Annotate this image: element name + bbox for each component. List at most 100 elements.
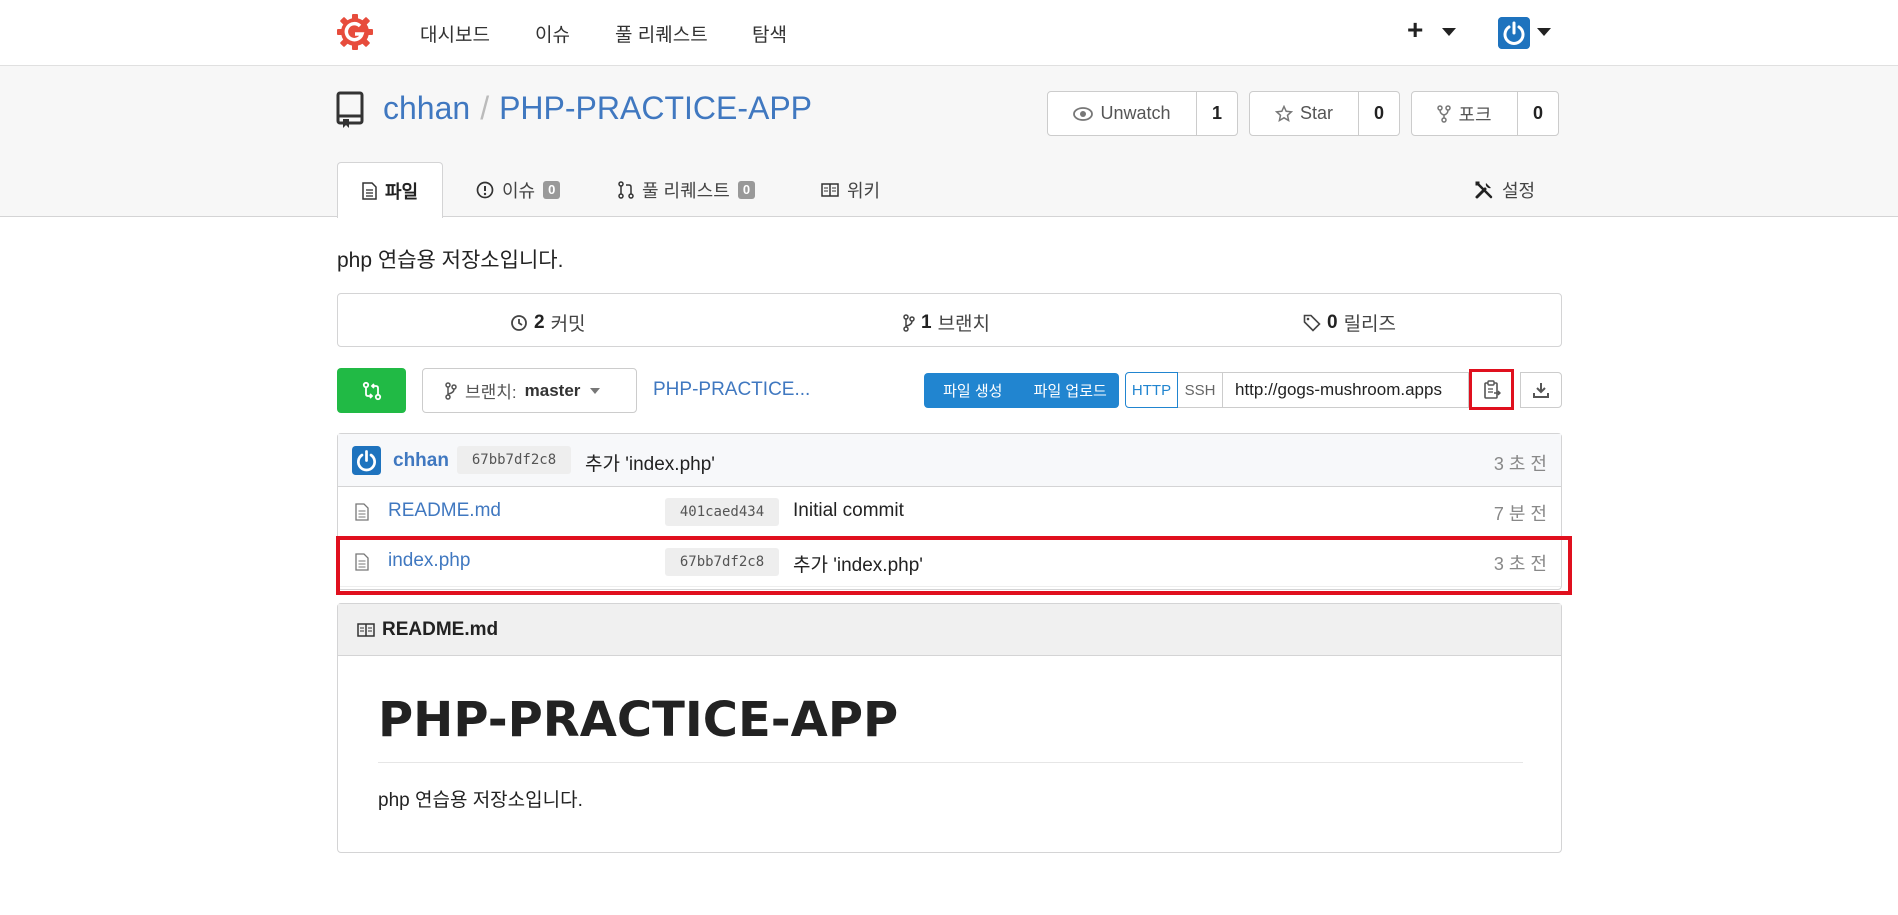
avatar[interactable] <box>352 446 381 475</box>
star-button-group: Star 0 <box>1249 91 1400 136</box>
commits-stat-link[interactable]: 2 커밋 <box>510 309 586 336</box>
tab-pulls-label: 풀 리퀘스트 <box>642 180 730 201</box>
pull-request-icon <box>618 180 634 199</box>
tab-wiki-label: 위키 <box>847 180 881 201</box>
commits-count: 2 <box>534 311 545 333</box>
repo-title-separator: / <box>480 90 490 126</box>
issues-count-badge: 0 <box>543 180 561 199</box>
nav-explore-link[interactable]: 탐색 <box>752 20 787 47</box>
clone-http-button[interactable]: HTTP <box>1125 372 1178 408</box>
tab-settings[interactable]: 설정 <box>1474 162 1535 217</box>
releases-count: 0 <box>1327 311 1338 333</box>
book-icon <box>821 182 839 197</box>
chevron-down-icon <box>590 387 601 394</box>
breadcrumb-repo-root[interactable]: PHP-PRACTICE... <box>653 379 810 401</box>
repo-stats-bar: 2 커밋 1 브랜치 0 릴리즈 <box>337 293 1562 347</box>
history-icon <box>511 314 527 331</box>
branch-name: master <box>524 380 581 400</box>
nav-dashboard-link[interactable]: 대시보드 <box>420 20 490 47</box>
watch-count[interactable]: 1 <box>1197 92 1237 135</box>
file-name-link[interactable]: README.md <box>388 500 501 522</box>
star-button[interactable]: Star <box>1250 92 1359 135</box>
tag-icon <box>1303 314 1321 332</box>
tab-wiki[interactable]: 위키 <box>821 162 880 217</box>
new-file-button[interactable]: 파일 생성 <box>924 380 1022 401</box>
branch-icon <box>903 313 915 332</box>
clone-url-input[interactable] <box>1223 372 1469 408</box>
tab-files[interactable]: 파일 <box>337 162 444 218</box>
create-new-button[interactable]: + <box>1407 14 1423 46</box>
readme-divider <box>378 762 1523 763</box>
file-actions-group: 파일 생성 파일 업로드 <box>924 373 1119 408</box>
unwatch-button[interactable]: Unwatch <box>1048 92 1197 135</box>
branches-label: 브랜치 <box>937 314 991 335</box>
highlight-annotation <box>336 536 1572 595</box>
nav-issues-link[interactable]: 이슈 <box>535 20 570 47</box>
top-navbar: 대시보드 이슈 풀 리퀘스트 탐색 + <box>0 0 1898 66</box>
repo-owner-link[interactable]: chhan <box>383 90 470 126</box>
repo-header: chhan / PHP-PRACTICE-APP Unwatch 1 Star 0 … <box>0 66 1898 218</box>
commit-author-link[interactable]: chhan <box>393 450 449 472</box>
compare-icon <box>362 381 381 400</box>
readme-header: README.md <box>338 604 1561 656</box>
star-label: Star <box>1299 103 1333 123</box>
download-archive-button[interactable] <box>1520 372 1562 408</box>
avatar[interactable] <box>1498 17 1530 49</box>
tools-icon <box>1475 181 1493 198</box>
clipboard-icon <box>1483 379 1501 399</box>
file-commit-time: 7 분 전 <box>1493 504 1547 524</box>
eye-icon <box>1073 106 1094 121</box>
branches-stat-link[interactable]: 1 브랜치 <box>903 309 990 336</box>
fork-button[interactable]: 포크 <box>1412 92 1518 135</box>
repo-book-icon <box>336 91 364 128</box>
releases-label: 릴리즈 <box>1343 314 1397 335</box>
file-text-icon <box>362 181 377 200</box>
fork-button-group: 포크 0 <box>1411 91 1559 136</box>
table-row: README.md 401caed434 Initial commit 7 분 … <box>338 487 1561 537</box>
chevron-down-icon[interactable] <box>1537 28 1551 36</box>
repo-description: php 연습용 저장소입니다. <box>337 249 564 272</box>
book-icon <box>357 622 375 637</box>
upload-file-button[interactable]: 파일 업로드 <box>1022 380 1120 401</box>
repo-name-link[interactable]: PHP-PRACTICE-APP <box>499 90 812 126</box>
fork-icon <box>1437 104 1452 123</box>
commits-label: 커밋 <box>550 314 586 335</box>
tab-issues[interactable]: 이슈 0 <box>476 162 561 217</box>
watch-button-group: Unwatch 1 <box>1047 91 1238 136</box>
star-count[interactable]: 0 <box>1359 92 1399 135</box>
copy-clone-url-button[interactable] <box>1469 369 1514 410</box>
tab-issues-label: 이슈 <box>502 180 536 201</box>
commit-sha-link[interactable]: 67bb7df2c8 <box>457 446 571 474</box>
readme-heading: PHP-PRACTICE-APP <box>378 692 899 748</box>
branch-prefix: 브랜치: <box>465 383 517 402</box>
tab-pull-requests[interactable]: 풀 리퀘스트 0 <box>618 162 756 217</box>
chevron-down-icon[interactable] <box>1442 28 1456 36</box>
readme-panel: README.md PHP-PRACTICE-APP php 연습용 저장소입니… <box>337 603 1562 853</box>
nav-pulls-link[interactable]: 풀 리퀘스트 <box>615 20 708 47</box>
download-icon <box>1533 383 1549 398</box>
pulls-count-badge: 0 <box>737 180 756 199</box>
tab-settings-label: 설정 <box>1502 180 1536 201</box>
readme-filename: README.md <box>382 618 499 640</box>
repo-title: chhan / PHP-PRACTICE-APP <box>383 90 812 127</box>
gogs-logo-icon[interactable] <box>336 13 374 51</box>
readme-body: php 연습용 저장소입니다. <box>378 790 583 811</box>
unwatch-label: Unwatch <box>1100 103 1171 123</box>
commit-message[interactable]: 추가 'index.php' <box>585 449 715 476</box>
branches-count: 1 <box>921 311 932 333</box>
releases-stat-link[interactable]: 0 릴리즈 <box>1303 309 1396 336</box>
tab-files-label: 파일 <box>385 181 419 202</box>
commit-time: 3 초 전 <box>1493 454 1547 474</box>
issue-icon <box>476 181 494 198</box>
latest-commit-row: chhan 67bb7df2c8 추가 'index.php' 3 초 전 <box>338 434 1561 487</box>
fork-label: 포크 <box>1458 104 1492 125</box>
file-commit-message[interactable]: Initial commit <box>793 500 904 522</box>
branch-dropdown[interactable]: 브랜치: master <box>422 368 637 413</box>
star-icon <box>1274 104 1293 122</box>
clone-ssh-button[interactable]: SSH <box>1178 372 1223 408</box>
file-icon <box>355 503 369 521</box>
fork-count[interactable]: 0 <box>1518 92 1558 135</box>
file-commit-sha-link[interactable]: 401caed434 <box>665 498 779 526</box>
compare-button[interactable] <box>337 368 406 413</box>
branch-icon <box>445 381 457 400</box>
